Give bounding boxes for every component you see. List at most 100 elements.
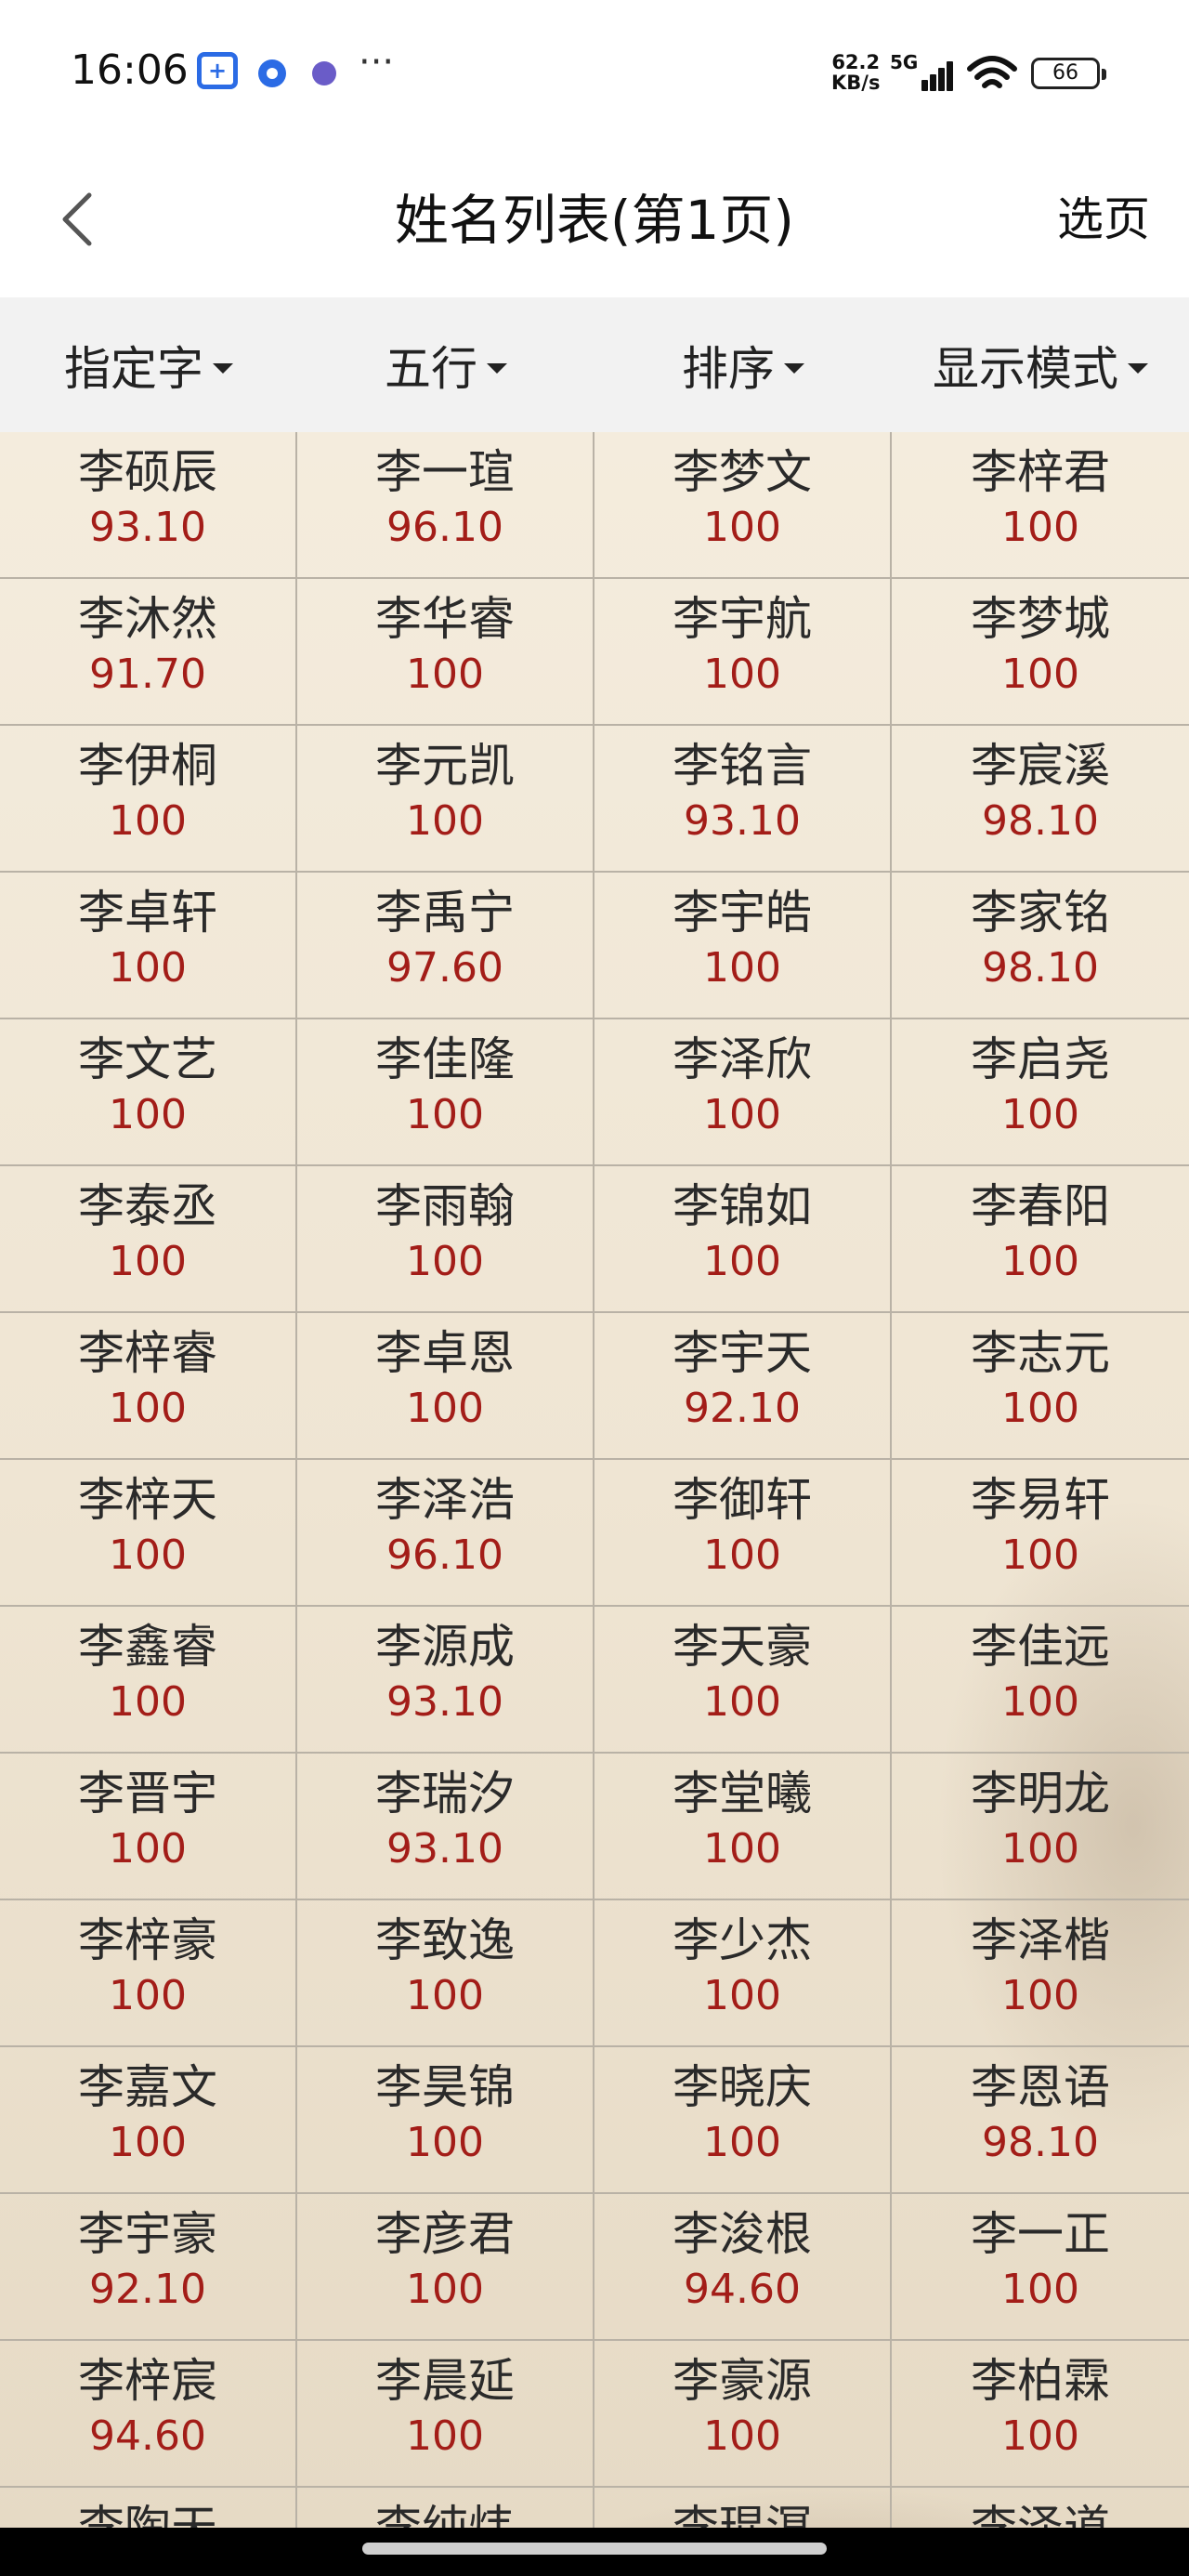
name-cell[interactable]: 李彦君 100 <box>297 2194 594 2341</box>
name-cell[interactable]: 李华睿 100 <box>297 579 594 726</box>
name-cell[interactable]: 李泽楷 100 <box>892 1900 1189 2047</box>
name-text: 李梦文 <box>673 445 812 499</box>
name-cell[interactable]: 李卓恩 100 <box>297 1313 594 1460</box>
name-text: 李少杰 <box>673 1913 812 1967</box>
name-cell[interactable]: 李梓宸 94.60 <box>0 2341 297 2488</box>
name-cell[interactable]: 李佳远 100 <box>892 1607 1189 1754</box>
name-cell[interactable]: 李宸溪 98.10 <box>892 726 1189 873</box>
name-text: 李宇皓 <box>673 886 812 940</box>
name-cell[interactable]: 李恩语 98.10 <box>892 2047 1189 2194</box>
name-cell[interactable]: 李志元 100 <box>892 1313 1189 1460</box>
pick-page-button[interactable]: 选页 <box>1057 182 1150 249</box>
battery-icon: 66 <box>1031 58 1106 89</box>
name-score: 96.10 <box>386 504 503 551</box>
filter-sort-dropdown[interactable]: 排序 <box>594 297 892 432</box>
caret-down-icon <box>1128 363 1148 374</box>
name-text: 李梓君 <box>971 445 1110 499</box>
name-cell[interactable]: 李柏霖 100 <box>892 2341 1189 2488</box>
name-score: 100 <box>406 1972 484 2019</box>
name-cell[interactable]: 李琨溟 <box>594 2488 892 2528</box>
name-cell[interactable]: 李天豪 100 <box>594 1607 892 1754</box>
name-text: 李伊桐 <box>78 739 217 793</box>
name-cell[interactable]: 李浚根 94.60 <box>594 2194 892 2341</box>
name-cell[interactable]: 李梦城 100 <box>892 579 1189 726</box>
name-cell[interactable]: 李铭言 93.10 <box>594 726 892 873</box>
name-cell[interactable]: 李硕辰 93.10 <box>0 432 297 579</box>
name-text: 李一瑄 <box>375 445 515 499</box>
name-cell[interactable]: 李宇航 100 <box>594 579 892 726</box>
name-cell[interactable]: 李卓轩 100 <box>0 873 297 1019</box>
name-text: 李晋宇 <box>78 1767 217 1820</box>
name-text: 李浚根 <box>673 2207 812 2261</box>
name-cell[interactable]: 李少杰 100 <box>594 1900 892 2047</box>
name-grid-container[interactable]: 李硕辰 93.10 李一瑄 96.10 李梦文 100 李梓君 100 李沐然 91.70 李华睿 1… <box>0 432 1189 2528</box>
name-score: 100 <box>406 2266 484 2313</box>
name-score: 100 <box>703 1238 781 1285</box>
name-score: 93.10 <box>684 797 801 845</box>
name-cell[interactable]: 李伊桐 100 <box>0 726 297 873</box>
name-cell[interactable]: 李春阳 100 <box>892 1166 1189 1313</box>
name-cell[interactable]: 李泽浩 96.10 <box>297 1460 594 1607</box>
name-text: 李泽楷 <box>971 1913 1110 1967</box>
filter-char-dropdown[interactable]: 指定字 <box>0 297 297 432</box>
name-cell[interactable]: 李豪源 100 <box>594 2341 892 2488</box>
name-cell[interactable]: 李一瑄 96.10 <box>297 432 594 579</box>
status-bar: 16:06 + ··· 62.2 KB/s 5G 66 <box>0 0 1189 139</box>
name-cell[interactable]: 李梓睿 100 <box>0 1313 297 1460</box>
name-cell[interactable]: 李源成 93.10 <box>297 1607 594 1754</box>
filter-wuxing-dropdown[interactable]: 五行 <box>297 297 594 432</box>
name-cell[interactable]: 李易轩 100 <box>892 1460 1189 1607</box>
name-cell[interactable]: 李宇天 92.10 <box>594 1313 892 1460</box>
name-cell[interactable]: 李宇皓 100 <box>594 873 892 1019</box>
name-cell[interactable]: 李泽道 <box>892 2488 1189 2528</box>
name-cell[interactable]: 李文艺 100 <box>0 1019 297 1166</box>
name-score: 100 <box>1001 1238 1079 1285</box>
name-text: 李春阳 <box>971 1179 1110 1233</box>
name-cell[interactable]: 李梓豪 100 <box>0 1900 297 2047</box>
name-score: 100 <box>406 2412 484 2460</box>
name-cell[interactable]: 李晨延 100 <box>297 2341 594 2488</box>
name-cell[interactable]: 李梓君 100 <box>892 432 1189 579</box>
name-score: 98.10 <box>982 797 1099 845</box>
name-cell[interactable]: 李泰丞 100 <box>0 1166 297 1313</box>
name-cell[interactable]: 李晓庆 100 <box>594 2047 892 2194</box>
name-cell[interactable]: 李嘉文 100 <box>0 2047 297 2194</box>
name-cell[interactable]: 李梦文 100 <box>594 432 892 579</box>
name-text: 李豪源 <box>673 2354 812 2408</box>
name-cell[interactable]: 李瑞汐 93.10 <box>297 1754 594 1900</box>
home-indicator[interactable] <box>362 2543 827 2555</box>
name-cell[interactable]: 李启尧 100 <box>892 1019 1189 1166</box>
name-cell[interactable]: 李沐然 91.70 <box>0 579 297 726</box>
app-notification-icon: + <box>197 52 238 89</box>
name-text: 李泽浩 <box>375 1473 515 1527</box>
name-cell[interactable]: 李纯炜 <box>297 2488 594 2528</box>
name-cell[interactable]: 李锦如 100 <box>594 1166 892 1313</box>
name-cell[interactable]: 李元凯 100 <box>297 726 594 873</box>
name-cell[interactable]: 李御轩 100 <box>594 1460 892 1607</box>
name-cell[interactable]: 李陶天 <box>0 2488 297 2528</box>
name-cell[interactable]: 李宇豪 92.10 <box>0 2194 297 2341</box>
name-score: 100 <box>109 944 187 992</box>
name-cell[interactable]: 李晋宇 100 <box>0 1754 297 1900</box>
name-cell[interactable]: 李鑫睿 100 <box>0 1607 297 1754</box>
filter-display-mode-dropdown[interactable]: 显示模式 <box>892 297 1189 432</box>
name-text: 李易轩 <box>971 1473 1110 1527</box>
name-cell[interactable]: 李梓天 100 <box>0 1460 297 1607</box>
name-cell[interactable]: 李一正 100 <box>892 2194 1189 2341</box>
name-cell[interactable]: 李致逸 100 <box>297 1900 594 2047</box>
name-cell[interactable]: 李佳隆 100 <box>297 1019 594 1166</box>
app-planet-icon <box>312 61 336 85</box>
name-cell[interactable]: 李明龙 100 <box>892 1754 1189 1900</box>
name-cell[interactable]: 李家铭 98.10 <box>892 873 1189 1019</box>
name-score: 100 <box>1001 1678 1079 1726</box>
name-score: 100 <box>406 2119 484 2166</box>
name-text: 李泽道 <box>971 2501 1110 2528</box>
name-cell[interactable]: 李泽欣 100 <box>594 1019 892 1166</box>
name-cell[interactable]: 李禹宁 97.60 <box>297 873 594 1019</box>
name-cell[interactable]: 李堂曦 100 <box>594 1754 892 1900</box>
name-text: 李一正 <box>971 2207 1110 2261</box>
app-circle-icon <box>258 59 286 87</box>
name-cell[interactable]: 李雨翰 100 <box>297 1166 594 1313</box>
name-text: 李琨溟 <box>673 2501 812 2528</box>
name-cell[interactable]: 李昊锦 100 <box>297 2047 594 2194</box>
